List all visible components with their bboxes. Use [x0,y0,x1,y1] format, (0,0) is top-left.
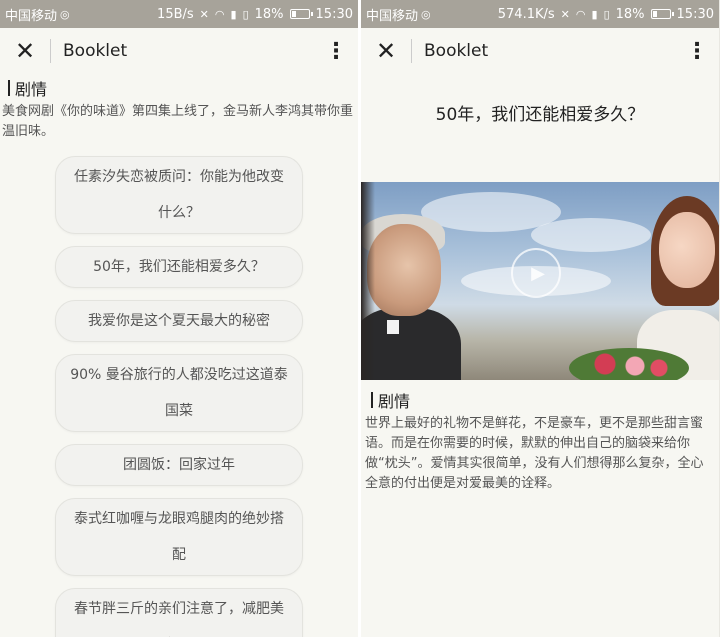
carrier-label: 中国移动 [5,8,58,24]
more-vertical-icon[interactable]: ⋮ [314,28,358,74]
foreground-shadow [361,182,375,380]
section-heading-label: 剧情 [15,80,48,99]
status-bar: 中国移动 ◎ 15B/s ✕ ◠ ▮ ▯ 18% 15:30 [0,0,358,28]
article-body: 世界上最好的礼物不是鲜花，不是豪车，更不是那些甜言蜜语。而是在你需要的时候，默默… [365,416,704,491]
app-bar: ✕ Booklet ⋮ [361,28,719,74]
battery-icon [650,9,674,19]
man-figure [361,308,461,380]
clock: 15:30 [676,6,714,22]
battery-icon [289,9,313,19]
signal-icon: ▮ [230,7,237,21]
mute-icon: ✕ [560,7,570,21]
right-screen: 中国移动 ◎ 574.1K/s ✕ ◠ ▮ ▯ 18% 15:30 ✕ Book… [361,0,719,637]
network-speed: 15B/s [157,6,194,22]
app-bar: ✕ Booklet ⋮ [0,28,358,74]
section-marker [8,80,10,96]
woman-face [659,212,715,288]
list-item[interactable]: 我爱你是这个夏天最大的秘密 [55,300,303,342]
list-item[interactable]: 团圆饭：回家过年 [55,444,303,486]
left-screen: 中国移动 ◎ 15B/s ✕ ◠ ▮ ▯ 18% 15:30 ✕ Booklet… [0,0,358,637]
section-heading: 剧情 [0,76,358,100]
section-heading: 剧情 [363,388,717,412]
battery-percent: 18% [254,6,284,22]
intro-text: 美食网剧《你的味道》第四集上线了，金马新人李鸿其带你重温旧味。 [2,104,354,139]
list-item[interactable]: 90% 曼谷旅行的人都没吃过这道泰国菜 [55,354,303,432]
status-bar: 中国移动 ◎ 574.1K/s ✕ ◠ ▮ ▯ 18% 15:30 [361,0,719,28]
list-item[interactable]: 春节胖三斤的亲们注意了，减肥美食到! [55,588,303,637]
carrier-label: 中国移动 [366,8,419,24]
list-item[interactable]: 泰式红咖喱与龙眼鸡腿肉的绝妙搭配 [55,498,303,576]
article-title: 50年，我们还能相爱多久？ [435,105,645,125]
message-icon: ◎ [60,7,70,21]
signal-icon: ▮ [591,7,598,21]
clerical-collar [387,320,399,334]
page-title: Booklet [424,41,489,61]
article-list: 任素汐失恋被质问：你能为他改变什么？ 50年，我们还能相爱多久？ 我爱你是这个夏… [0,156,358,637]
list-item[interactable]: 50年，我们还能相爱多久？ [55,246,303,288]
close-icon[interactable]: ✕ [361,28,411,74]
video-thumbnail[interactable]: ▶ [361,182,719,380]
sim-icon: ▯ [242,7,249,21]
section-marker [371,392,373,408]
battery-percent: 18% [615,6,645,22]
page-title: Booklet [63,41,128,61]
network-speed: 574.1K/s [497,6,555,22]
mute-icon: ✕ [199,7,209,21]
cloud [531,218,651,252]
wifi-icon: ◠ [575,7,586,21]
clock: 15:30 [315,6,353,22]
sim-icon: ▯ [603,7,610,21]
message-icon: ◎ [421,7,431,21]
list-item[interactable]: 任素汐失恋被质问：你能为他改变什么？ [55,156,303,234]
flower-bouquet [569,348,689,380]
close-icon[interactable]: ✕ [0,28,50,74]
play-icon[interactable]: ▶ [511,248,561,298]
man-face [367,224,441,316]
section-heading-label: 剧情 [378,392,411,411]
wifi-icon: ◠ [214,7,225,21]
more-vertical-icon[interactable]: ⋮ [675,28,719,74]
